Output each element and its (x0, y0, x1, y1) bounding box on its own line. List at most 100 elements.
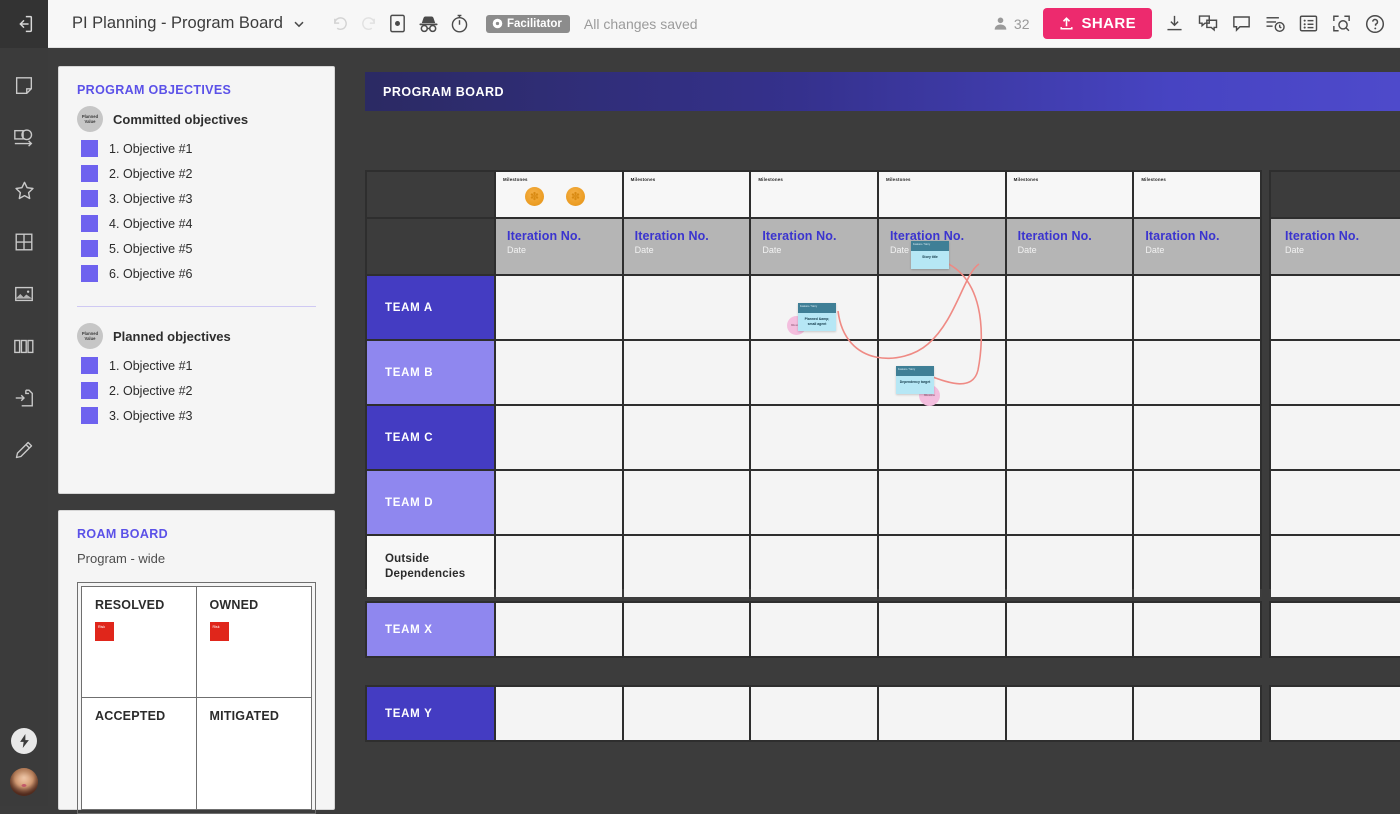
team-x-extra-cell[interactable] (1269, 601, 1400, 658)
board-cell[interactable] (624, 687, 750, 740)
board-cell[interactable] (751, 341, 877, 404)
undo-icon[interactable] (331, 14, 350, 33)
star-icon[interactable] (0, 164, 48, 216)
download-icon[interactable] (1164, 13, 1185, 34)
facilitator-badge[interactable]: Facilitator (486, 15, 570, 33)
board-cell[interactable] (1134, 603, 1260, 656)
board-cell[interactable] (1271, 276, 1400, 339)
board-cell[interactable] (879, 471, 1005, 534)
milestone-cell[interactable]: Milestones (751, 172, 877, 217)
iteration-header[interactable]: Iteration No. Date (751, 219, 877, 274)
board-cell[interactable] (496, 341, 622, 404)
team-row-label[interactable]: TEAM D (367, 471, 494, 534)
roam-cell-resolved[interactable]: RESOLVED Risk (82, 587, 197, 698)
board-cell[interactable] (1134, 471, 1260, 534)
board-cell[interactable] (624, 406, 750, 469)
roam-cell-mitigated[interactable]: MITIGATED (197, 698, 312, 809)
board-cell[interactable] (624, 276, 750, 339)
sticky-note[interactable]: Feature / Story Dependency target (896, 366, 934, 394)
board-cell[interactable] (879, 603, 1005, 656)
board-cell[interactable] (1007, 341, 1133, 404)
program-objectives-panel[interactable]: PROGRAM OBJECTIVES Planned Value Committ… (58, 66, 335, 494)
milestone-marker-icon[interactable] (525, 187, 544, 206)
board-cell[interactable] (751, 603, 877, 656)
board-cell[interactable] (1007, 406, 1133, 469)
board-cell[interactable] (1007, 276, 1133, 339)
list-item[interactable]: 1.Objective #1 (59, 353, 334, 378)
shapes-connector-icon[interactable] (0, 112, 48, 164)
zoom-search-icon[interactable] (1331, 13, 1352, 34)
board-cell[interactable] (496, 603, 622, 656)
list-item[interactable]: 2.Objective #2 (59, 378, 334, 403)
list-view-icon[interactable] (1298, 13, 1319, 34)
risk-note[interactable]: Risk (95, 622, 114, 641)
help-icon[interactable] (1364, 13, 1386, 35)
milestone-cell[interactable]: Milestones (496, 172, 622, 217)
team-row-label[interactable]: TEAM B (367, 341, 494, 404)
list-item[interactable]: 2.Objective #2 (59, 161, 334, 186)
board-cell[interactable] (1134, 276, 1260, 339)
pen-icon[interactable] (0, 424, 48, 476)
board-cell[interactable] (1271, 341, 1400, 404)
team-row-label[interactable]: TEAM C (367, 406, 494, 469)
milestone-cell[interactable]: Milestones (1007, 172, 1133, 217)
roam-cell-owned[interactable]: OWNED Risk (197, 587, 312, 698)
comment-icon[interactable] (1231, 13, 1252, 34)
board-cell[interactable] (496, 406, 622, 469)
list-item[interactable]: 6.Objective #6 (59, 261, 334, 286)
iteration-header[interactable]: Iteration No. Date (624, 219, 750, 274)
board-cell[interactable] (1271, 536, 1400, 597)
board-cell[interactable] (1134, 406, 1260, 469)
board-cell[interactable] (1007, 687, 1133, 740)
roam-board-panel[interactable]: ROAM BOARD Program - wide RESOLVED Risk … (58, 510, 335, 810)
board-cell[interactable] (751, 471, 877, 534)
risk-note[interactable]: Risk (210, 622, 229, 641)
board-cell[interactable] (751, 687, 877, 740)
timer-icon[interactable] (449, 13, 470, 34)
milestone-cell[interactable]: Milestones (624, 172, 750, 217)
chevron-down-icon[interactable] (292, 17, 306, 31)
incognito-icon[interactable] (417, 13, 440, 34)
milestone-marker-icon[interactable] (566, 187, 585, 206)
avatar[interactable] (10, 768, 38, 796)
list-item[interactable]: 3.Objective #3 (59, 186, 334, 211)
board-cell[interactable] (879, 687, 1005, 740)
cursor-select-icon[interactable] (387, 13, 408, 34)
board-cell[interactable] (496, 687, 622, 740)
frame-grid-icon[interactable] (0, 216, 48, 268)
image-icon[interactable] (0, 268, 48, 320)
templates-library-icon[interactable] (0, 320, 48, 372)
iteration-header[interactable]: Itaration No. Date (1134, 219, 1260, 274)
board-cell[interactable] (1134, 341, 1260, 404)
board-cell[interactable] (1007, 536, 1133, 597)
collapse-sidebar-button[interactable] (0, 0, 48, 48)
team-y-row-block[interactable]: TEAM Y (365, 685, 1262, 742)
board-cell[interactable] (879, 536, 1005, 597)
chat-bubbles-icon[interactable] (1197, 13, 1219, 34)
board-cell[interactable] (624, 536, 750, 597)
list-item[interactable]: 5.Objective #5 (59, 236, 334, 261)
share-button[interactable]: SHARE (1043, 8, 1152, 39)
board-cell[interactable] (1134, 687, 1260, 740)
board-cell[interactable] (1007, 603, 1133, 656)
sticky-note-icon[interactable] (0, 60, 48, 112)
team-y-extra-cell[interactable] (1269, 685, 1400, 742)
lightning-bolt-icon[interactable] (11, 728, 37, 754)
list-item[interactable]: 3.Objective #3 (59, 403, 334, 428)
board-cell[interactable] (879, 276, 1005, 339)
team-row-label[interactable]: TEAM X (367, 603, 494, 656)
team-row-label[interactable]: TEAM A (367, 276, 494, 339)
board-cell[interactable] (1007, 471, 1133, 534)
board-cell[interactable] (496, 276, 622, 339)
redo-icon[interactable] (359, 14, 378, 33)
board-cell[interactable] (496, 536, 622, 597)
sticky-note[interactable]: Feature / Story Planned &amp; small agen… (798, 303, 836, 331)
program-board-grid[interactable]: Milestones Milestones Milestones Milesto… (365, 170, 1262, 589)
team-row-label[interactable]: TEAM Y (367, 687, 494, 740)
team-row-label[interactable]: Outside Dependencies (367, 536, 494, 597)
board-cell[interactable] (1271, 471, 1400, 534)
milestone-cell[interactable]: Milestones (879, 172, 1005, 217)
activity-history-icon[interactable] (1264, 13, 1286, 34)
board-cell[interactable] (624, 603, 750, 656)
board-cell[interactable] (1271, 406, 1400, 469)
